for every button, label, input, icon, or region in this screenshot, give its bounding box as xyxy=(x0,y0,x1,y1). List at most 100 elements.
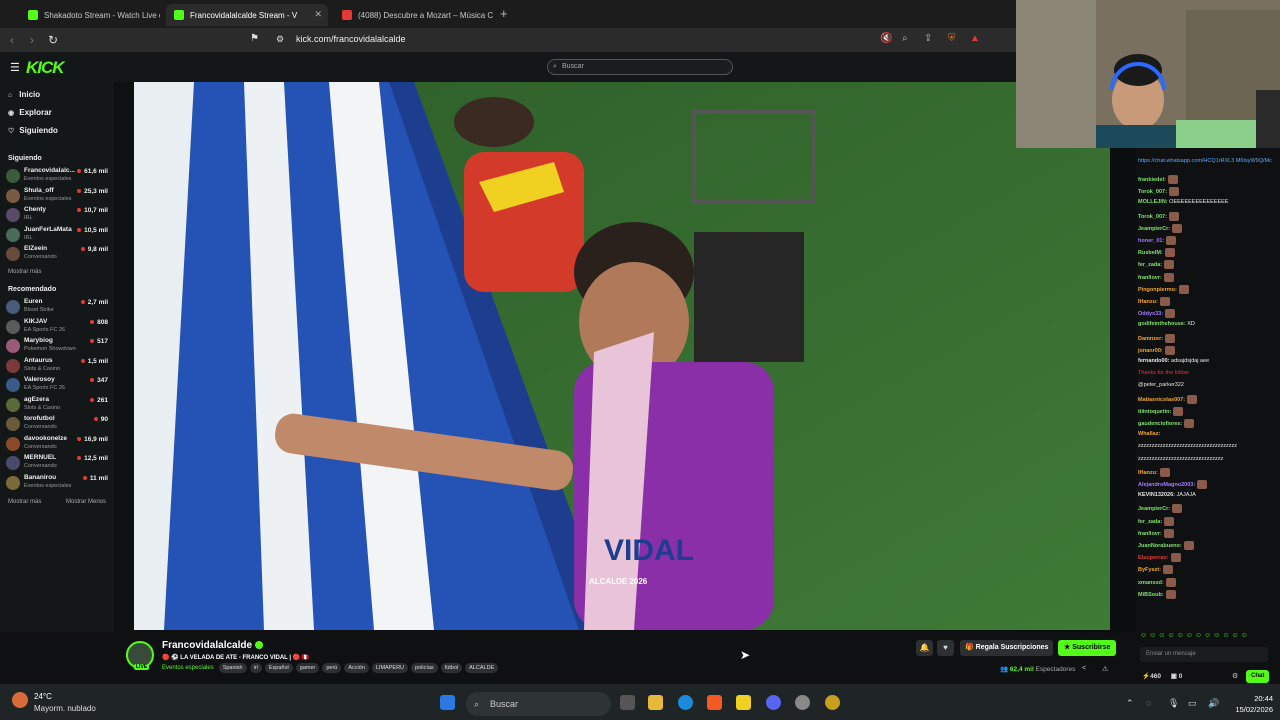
stream-tag[interactable]: Español xyxy=(264,663,293,673)
chat-username[interactable]: gaudenciofiores: xyxy=(1138,421,1182,427)
settings-icon[interactable] xyxy=(795,695,810,710)
nav-siguiendo[interactable]: ♡ Siguiendo xyxy=(8,126,58,135)
chat-username[interactable]: IHanzu: xyxy=(1138,299,1158,305)
channel-item[interactable]: davookonelze Conversando 16,9 mil xyxy=(6,435,110,454)
chat-username[interactable]: xmansxd: xyxy=(1138,580,1164,586)
back-icon[interactable]: ‹ xyxy=(10,33,14,47)
chat-username[interactable]: IHanzu: xyxy=(1138,470,1158,476)
mic-icon[interactable]: 🎙 xyxy=(1168,698,1179,709)
notification-bell-icon[interactable]: 🔔 xyxy=(916,640,933,656)
menu-icon[interactable]: ☰ xyxy=(10,61,20,74)
chat-username[interactable]: franllovr: xyxy=(1138,531,1162,537)
chat-username[interactable]: jonanr00: xyxy=(1138,348,1163,354)
channel-item[interactable]: Valerosoy EA Sports FC 26 347 xyxy=(6,376,110,395)
nav-explorar[interactable]: ◉ Explorar xyxy=(8,108,52,117)
channel-item[interactable]: Antaurus Slots & Casino 1,5 mil xyxy=(6,357,110,376)
chat-username[interactable]: fernando00: xyxy=(1138,358,1169,364)
chat-username[interactable]: Elsuperrao: xyxy=(1138,555,1169,561)
mute-icon[interactable]: 🔇 xyxy=(880,33,892,44)
notes-icon[interactable] xyxy=(736,695,751,710)
chat-username[interactable]: ByFyszt: xyxy=(1138,567,1161,573)
show-more-following[interactable]: Mostrar más xyxy=(8,269,41,275)
stream-tag[interactable]: irl xyxy=(249,663,262,673)
share-stream-icon[interactable]: < xyxy=(1082,665,1086,672)
chat-username[interactable]: Whallaz: xyxy=(1138,431,1160,437)
channel-item[interactable]: Marybiog Pokemon Showdown 517 xyxy=(6,337,110,356)
tray-chevron-icon[interactable]: ⌃ xyxy=(1126,698,1134,709)
reload-icon[interactable]: ↻ xyxy=(48,33,58,47)
chat-username[interactable]: tiiintoquetin: xyxy=(1138,409,1171,415)
channel-item[interactable]: Euren Blood Strike 2,7 mil xyxy=(6,298,110,317)
brave-icon[interactable] xyxy=(707,695,722,710)
close-tab-icon[interactable]: ✕ xyxy=(314,9,322,20)
chat-username[interactable]: fer_zada: xyxy=(1138,519,1162,525)
edge-icon[interactable] xyxy=(678,695,693,710)
chat-username[interactable]: Torok_007: xyxy=(1138,214,1167,220)
discord-icon[interactable] xyxy=(766,695,781,710)
chat-username[interactable]: JuanNorabueno: xyxy=(1138,543,1182,549)
brave-rewards-icon[interactable]: ▲ xyxy=(970,33,980,44)
chat-username[interactable]: AlejandroMagno2003: xyxy=(1138,482,1195,488)
search-input[interactable]: ⌕ Buscar xyxy=(547,59,733,75)
channel-item[interactable]: ElZeein Conversando 9,8 mil xyxy=(6,245,110,264)
stream-tag[interactable]: LIMAPERU xyxy=(371,663,409,673)
chat-settings-icon[interactable]: ⚙ xyxy=(1232,672,1238,680)
streamer-name-row[interactable]: Francovidalalcalde xyxy=(162,640,264,651)
show-less-recommended[interactable]: Mostrar Menos xyxy=(66,499,106,505)
stream-tag[interactable]: fútbol xyxy=(440,663,463,673)
task-view-icon[interactable] xyxy=(620,695,635,710)
subscribe-button[interactable]: ★ Suscribirse xyxy=(1058,640,1117,656)
show-more-recommended[interactable]: Mostrar más xyxy=(8,499,41,505)
chat-username[interactable]: franllovr: xyxy=(1138,275,1162,281)
channel-item[interactable]: Francovidalalc... Eventos especiales 61,6 … xyxy=(6,167,110,186)
chat-username[interactable]: fer_zada: xyxy=(1138,262,1162,268)
stream-category[interactable]: Eventos especiales xyxy=(162,665,214,671)
chat-username[interactable]: godifeinthehouse: xyxy=(1138,321,1186,327)
chat-username[interactable]: JeampierCr: xyxy=(1138,506,1170,512)
chat-username[interactable]: Torok_007: xyxy=(1138,189,1167,195)
gift-subs-button[interactable]: 🎁 Regala Suscripciones xyxy=(960,640,1054,656)
taskbar-search[interactable]: ⌕ Buscar xyxy=(466,692,611,716)
stream-tag[interactable]: perú xyxy=(322,663,342,673)
share-icon[interactable]: ⇪ xyxy=(924,33,932,44)
report-icon[interactable]: ⚠ xyxy=(1102,665,1108,673)
chat-username[interactable]: JeampierCr: xyxy=(1138,226,1170,232)
app-icon[interactable] xyxy=(825,695,840,710)
weather-desc[interactable]: Mayorm. nublado xyxy=(34,704,96,713)
chat-username[interactable]: MiBSoub: xyxy=(1138,592,1164,598)
chat-username[interactable]: Damnzer: xyxy=(1138,336,1163,342)
stream-tag[interactable]: ALCALDE xyxy=(465,663,499,673)
tab-mozart[interactable]: (4088) Descubre a Mozart – Música C xyxy=(334,4,494,26)
channel-item[interactable]: MERNUEL Conversando 12,5 mil xyxy=(6,454,110,473)
new-tab-icon[interactable]: + xyxy=(500,6,508,21)
stream-tag[interactable]: gamer xyxy=(295,663,320,673)
chat-username[interactable]: KEVIN132026: xyxy=(1138,492,1175,498)
chat-username[interactable]: Oddyx33: xyxy=(1138,311,1163,317)
kick-logo[interactable]: KICK xyxy=(26,58,65,78)
chat-send-button[interactable]: Chat xyxy=(1246,670,1270,683)
network-icon[interactable]: ◌ xyxy=(1146,698,1151,708)
channel-item[interactable]: Chenty IRL 10,7 mil xyxy=(6,206,110,225)
display-icon[interactable]: ▭ xyxy=(1188,698,1197,709)
file-explorer-icon[interactable] xyxy=(648,695,663,710)
volume-icon[interactable]: 🔊 xyxy=(1208,698,1219,709)
stream-tag[interactable]: Spanish xyxy=(218,663,247,673)
stream-tag[interactable]: policías xyxy=(411,663,438,673)
chat-username[interactable]: RusbelM: xyxy=(1138,250,1163,256)
emote-bar[interactable]: ☺☺☺☺☺☺☺☺☺☺☺☺ xyxy=(1140,632,1250,639)
channel-item[interactable]: KIKJAV EA Sports FC 26 808 xyxy=(6,318,110,337)
zoom-icon[interactable]: ⌕ xyxy=(902,33,908,44)
channel-item[interactable]: torofutbol Conversando 90 xyxy=(6,415,110,434)
chat-input[interactable]: Enviar un mensaje xyxy=(1140,647,1268,662)
bookmark-icon[interactable]: ⚑ xyxy=(250,33,259,44)
video-player[interactable]: VIDAL ALCALDE 2026 xyxy=(134,82,1110,630)
windows-start-icon[interactable] xyxy=(440,695,455,710)
follow-heart-icon[interactable]: ♥ xyxy=(937,640,954,656)
clock-date[interactable]: 15/02/2026 xyxy=(1225,705,1273,714)
site-settings-icon[interactable]: ⚙ xyxy=(276,34,284,45)
channel-points[interactable]: ⚡460 ▣ 0 xyxy=(1142,672,1182,680)
clock-time[interactable]: 20:44 xyxy=(1233,694,1273,703)
stream-tag[interactable]: Acción xyxy=(344,663,369,673)
channel-item[interactable]: Bananirou Eventos especiales 11 mil xyxy=(6,474,110,493)
channel-item[interactable]: JuanFerLaMata IRL 10,5 mil xyxy=(6,226,110,245)
